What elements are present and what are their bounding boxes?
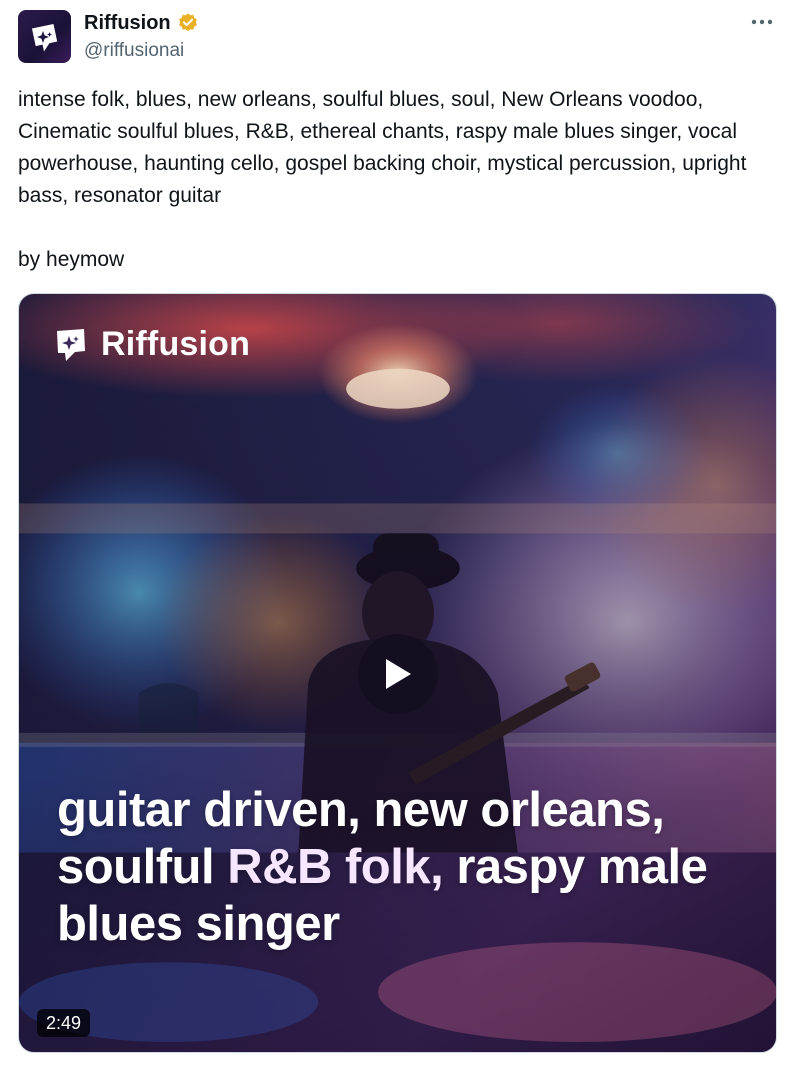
riffusion-logo-icon [31,23,57,52]
video-duration-badge: 2:49 [37,1009,91,1037]
riffusion-logo-icon [57,329,85,361]
media-brand-name: Riffusion [101,324,251,363]
caption-highlight: R&B folk, [227,840,444,894]
play-icon [386,659,411,689]
play-button[interactable] [358,634,438,714]
author-name-row: Riffusion [84,10,199,36]
author-handle[interactable]: @riffusionai [84,39,184,63]
more-options-button[interactable] [747,10,777,34]
video-caption: guitar driven, new orleans, soulful R&B … [57,782,757,953]
author-display-name[interactable]: Riffusion [84,10,171,36]
tweet-card: Riffusion @riffusionai intense folk, blu… [0,0,795,1066]
verified-badge-icon [178,13,197,32]
avatar[interactable] [18,10,71,63]
media-brand: Riffusion [51,324,250,364]
more-horizontal-icon [751,19,773,25]
video-player[interactable]: Riffusion guitar driven, new orleans, so… [18,293,777,1053]
tweet-text: intense folk, blues, new orleans, soulfu… [18,88,747,271]
